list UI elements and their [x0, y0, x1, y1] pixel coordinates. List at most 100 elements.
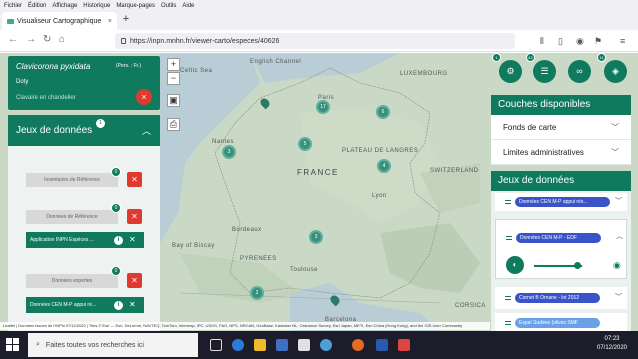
dataset-pill[interactable]: Application INPN Espèces ...: [26, 232, 144, 248]
chevron-down-icon[interactable]: ﹀: [615, 196, 622, 206]
dataset-label: Cornet B Ornane - lot 2012: [515, 293, 600, 303]
search-icon: ⌕: [36, 341, 40, 348]
tab-close-icon[interactable]: ×: [108, 18, 112, 25]
cluster-marker[interactable]: 17: [316, 100, 330, 114]
cluster-marker[interactable]: 6: [376, 105, 390, 119]
species-author: (Pers. : Fr.): [116, 63, 141, 69]
palette-icon[interactable]: ◐: [506, 256, 524, 274]
task-view-icon[interactable]: [210, 339, 222, 351]
zoom-in-button[interactable]: +: [167, 58, 180, 71]
chevron-down-icon[interactable]: ﹀: [611, 115, 619, 140]
datasets-title: Jeux de données: [16, 125, 93, 136]
layer-admin-limits[interactable]: Limites administratives ﹀: [491, 140, 631, 165]
remove-group-button[interactable]: ✕: [127, 172, 142, 187]
chevron-up-icon[interactable]: ︿: [616, 231, 623, 241]
dataset-card[interactable]: Cornet B Ornane - lot 2012 ﹀: [495, 287, 627, 309]
home-icon[interactable]: ⌂: [59, 34, 65, 45]
link-button[interactable]: ∞: [568, 60, 591, 83]
right-datasets-list: Données CEN M-P appui rés... ﹀ Données C…: [491, 191, 631, 331]
reload-icon[interactable]: ↻: [43, 34, 51, 45]
clock-date: 07/12/2020: [596, 345, 628, 351]
account-icon[interactable]: ◉: [576, 36, 584, 47]
menu-history[interactable]: Historique: [83, 3, 110, 9]
url-text: https://inpn.mnhn.fr/viewer-carto/espece…: [130, 37, 280, 45]
layer-basemaps[interactable]: Fonds de carte ﹀: [491, 115, 631, 140]
menu-tools[interactable]: Outils: [161, 3, 176, 9]
cluster-marker[interactable]: 3: [309, 230, 323, 244]
chevron-down-icon[interactable]: ﹀: [611, 140, 619, 165]
library-icon[interactable]: ⫴: [540, 36, 544, 47]
dataset-card-expanded[interactable]: Données CEN M-P - EDF ︿ ◐ ◉: [495, 219, 627, 279]
group-button[interactable]: Inventaires de Référence: [26, 173, 118, 187]
remove-group-button[interactable]: ✕: [127, 273, 142, 288]
right-datasets-header: Jeux de données: [491, 171, 631, 191]
new-tab-button[interactable]: +: [120, 13, 132, 28]
map-label-switzerland: SWITZERLAND: [430, 168, 479, 174]
firefox-icon[interactable]: [352, 339, 364, 351]
drag-handle-icon[interactable]: [506, 236, 512, 240]
fullscreen-icon[interactable]: ▣: [167, 94, 180, 107]
store-icon[interactable]: [276, 339, 288, 351]
dataset-card[interactable]: Données CEN M-P appui rés... ﹀: [495, 193, 627, 211]
word-icon[interactable]: [376, 339, 388, 351]
close-icon[interactable]: ✕: [129, 235, 136, 244]
list-button[interactable]: ☰: [533, 60, 556, 83]
forward-icon[interactable]: →: [26, 34, 36, 45]
taskbar-search[interactable]: ⌕ Faites toutes vos recherches ici: [28, 333, 198, 357]
zoom-out-button[interactable]: −: [167, 72, 180, 85]
menu-view[interactable]: Affichage: [52, 3, 77, 9]
windows-start-icon[interactable]: [6, 338, 20, 352]
back-icon[interactable]: ←: [8, 34, 18, 45]
menu-file[interactable]: Fichier: [4, 3, 22, 9]
settings-button[interactable]: ⚙: [499, 60, 522, 83]
slider-thumb[interactable]: [574, 262, 581, 269]
eye-icon[interactable]: ◉: [613, 260, 621, 271]
chevron-up-icon[interactable]: ︿: [142, 124, 151, 137]
sidebar-icon[interactable]: ▯: [558, 36, 563, 47]
chevron-down-icon[interactable]: ﹀: [615, 292, 622, 302]
layer-label: Limites administratives: [503, 148, 584, 157]
layers-button[interactable]: ◈: [604, 60, 627, 83]
cluster-marker[interactable]: 4: [377, 159, 391, 173]
map-label-nantes: Nantes: [212, 139, 235, 145]
extension-icon[interactable]: ⚑: [594, 36, 602, 47]
dataset-pill[interactable]: Données CEN M-P appui ré...: [26, 297, 144, 313]
tab-title: Visualiseur Cartographique: [17, 17, 102, 25]
edge-icon[interactable]: [232, 339, 244, 351]
dataset-label: Espaï Sudées (olives SMF: [515, 318, 600, 328]
drag-handle-icon[interactable]: [505, 296, 511, 300]
group-button[interactable]: Données de Référence: [26, 210, 118, 224]
menu-help[interactable]: Aide: [182, 3, 194, 9]
menu-bookmarks[interactable]: Marque-pages: [116, 3, 155, 9]
group-button[interactable]: Données expertes: [26, 274, 118, 288]
datasets-header[interactable]: Jeux de données 1 ︿: [8, 115, 160, 146]
species-common-name: Clavaire en chandelier: [16, 95, 76, 101]
species-close-button[interactable]: ×: [136, 89, 152, 105]
info-icon[interactable]: i: [114, 236, 123, 245]
print-icon[interactable]: ⎙: [167, 118, 180, 131]
datasets-count-badge: 1: [96, 119, 105, 128]
dataset-card[interactable]: Espaï Sudées (olives SMF: [495, 313, 627, 331]
cluster-marker[interactable]: 3: [222, 145, 236, 159]
species-author-suffix: Doty: [16, 79, 29, 85]
chrome-icon[interactable]: [320, 339, 332, 351]
app-menu-icon[interactable]: ≡: [620, 36, 625, 46]
file-explorer-icon[interactable]: [254, 339, 266, 351]
info-icon[interactable]: i: [114, 301, 123, 310]
app-icon[interactable]: [398, 339, 410, 351]
close-icon[interactable]: ✕: [129, 300, 136, 309]
clock-time: 07:23: [604, 336, 620, 342]
drag-handle-icon[interactable]: [505, 321, 511, 325]
cluster-marker[interactable]: 5: [298, 137, 312, 151]
gear-icon: ⚙: [506, 66, 515, 76]
menu-edit[interactable]: Édition: [28, 3, 46, 9]
taskbar-clock[interactable]: 07:23 07/12/2020: [590, 335, 634, 355]
drag-handle-icon[interactable]: [505, 200, 511, 204]
url-bar[interactable]: https://inpn.mnhn.fr/viewer-carto/espece…: [115, 33, 515, 49]
cluster-marker[interactable]: 2: [250, 286, 264, 300]
mail-icon[interactable]: [298, 339, 310, 351]
remove-group-button[interactable]: ✕: [127, 209, 142, 224]
left-datasets-panel: Jeux de données 1 ︿ Inventaires de Référ…: [8, 115, 160, 331]
browser-tab[interactable]: Visualiseur Cartographique ×: [2, 12, 117, 30]
dataset-pill-label: Données CEN M-P appui ré...: [30, 302, 97, 308]
